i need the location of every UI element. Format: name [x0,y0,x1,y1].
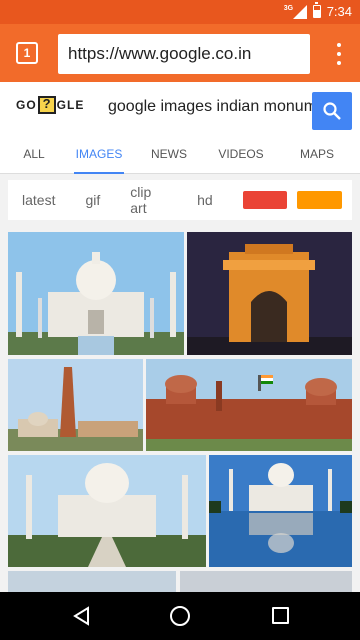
status-bar: 3G 7:34 [0,0,360,24]
tab-switcher-button[interactable]: 1 [16,42,38,64]
filter-chips: latest gif clip art hd [8,180,352,220]
status-icons: 3G 7:34 [284,2,352,19]
back-icon[interactable] [72,606,90,626]
image-result-taj-mahal-reflection[interactable] [209,455,352,567]
image-result-qutub-minar[interactable] [8,359,143,451]
image-result-taj-mahal-garden[interactable] [8,455,206,567]
signal-icon: 3G [284,4,307,19]
search-tabs: ALL IMAGES NEWS VIDEOS MAPS [0,134,360,174]
google-doodle-logo[interactable]: GO GLE [16,96,84,114]
image-result-red-fort[interactable] [146,359,352,451]
clock: 7:34 [326,4,352,19]
google-header: GO GLE google images indian monuments AL… [0,82,360,174]
logo-text-left: GO [16,98,37,112]
logo-text-right: GLE [56,98,85,112]
home-icon[interactable] [170,606,190,626]
network-type: 3G [283,4,294,12]
system-nav-bar [0,592,360,640]
search-icon [323,102,341,120]
tab-images[interactable]: IMAGES [68,134,130,174]
overflow-menu-icon[interactable] [336,43,342,65]
chip-hd[interactable]: hd [197,192,213,208]
search-button[interactable] [312,92,352,130]
tab-news[interactable]: NEWS [130,134,208,174]
tab-videos[interactable]: VIDEOS [208,134,274,174]
image-results-grid [0,228,360,593]
chip-gif[interactable]: gif [85,192,100,208]
tab-all[interactable]: ALL [0,134,68,174]
chip-clip-art[interactable]: clip art [130,184,167,216]
browser-toolbar: 1 https://www.google.co.in [0,24,360,82]
image-result-taj-mahal[interactable] [8,232,184,355]
battery-icon [312,2,321,18]
recent-apps-icon[interactable] [272,607,289,624]
image-result-india-gate[interactable] [187,232,352,355]
image-result-partial-1[interactable] [8,571,176,593]
tab-maps[interactable]: MAPS [274,134,360,174]
question-block-icon [37,96,56,114]
chip-latest[interactable]: latest [22,192,55,208]
url-bar[interactable]: https://www.google.co.in [58,34,310,74]
chip-color-orange[interactable] [297,191,342,209]
chip-color-red[interactable] [242,191,288,209]
search-input[interactable]: google images indian monuments [108,98,312,116]
image-result-partial-2[interactable] [180,571,352,593]
